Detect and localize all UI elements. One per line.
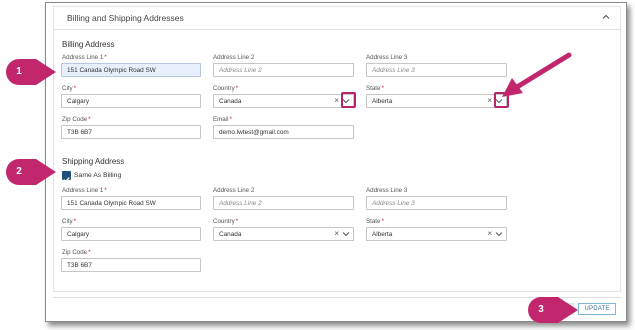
addresses-panel: Billing and Shipping Addresses	[53, 6, 621, 292]
callout-badge-2: 2	[6, 159, 56, 185]
update-button[interactable]: UPDATE	[578, 303, 616, 315]
shipping-zip-input[interactable]: T3B 6B7	[61, 258, 201, 272]
shipping-address3-label: Address Line 3	[366, 187, 408, 194]
billing-email-label: Email*	[213, 116, 233, 123]
chevron-down-icon[interactable]	[342, 231, 350, 237]
checkmark-icon	[63, 177, 70, 183]
billing-address1-label: Address Line 1*	[62, 54, 107, 61]
callout-badge-3: 3	[528, 297, 578, 323]
shipping-address1-label: Address Line 1*	[62, 187, 107, 194]
billing-country-value: Canada	[219, 98, 242, 105]
billing-address3-input[interactable]: Address Line 3	[366, 63, 507, 77]
billing-email-input[interactable]: demo.lwtest@gmail.com	[213, 125, 354, 139]
billing-country-label: Country*	[213, 85, 239, 92]
panel-title: Billing and Shipping Addresses	[67, 13, 184, 23]
shipping-heading: Shipping Address	[62, 157, 125, 166]
billing-state-label: State*	[366, 85, 384, 92]
clear-icon[interactable]: ×	[334, 229, 339, 238]
billing-address2-label: Address Line 2	[213, 54, 255, 61]
shipping-country-select[interactable]: Canada ×	[213, 227, 354, 241]
clear-icon[interactable]: ×	[487, 96, 492, 105]
billing-zip-label: Zip Code*	[62, 116, 91, 123]
clear-icon[interactable]: ×	[487, 229, 492, 238]
billing-state-select[interactable]: Alberta ×	[366, 94, 507, 108]
billing-state-value: Alberta	[372, 98, 393, 105]
shipping-state-value: Alberta	[372, 231, 393, 238]
same-as-billing-label[interactable]: Same As Billing	[74, 172, 121, 179]
billing-address1-input[interactable]: 151 Canada Olympic Road SW	[61, 63, 201, 77]
shipping-country-label: Country*	[213, 218, 239, 225]
billing-address2-input[interactable]: Address Line 2	[213, 63, 354, 77]
shipping-address3-input[interactable]: Address Line 3	[366, 196, 507, 210]
billing-address3-label: Address Line 3	[366, 54, 408, 61]
clear-icon[interactable]: ×	[334, 96, 339, 105]
callout-badge-1: 1	[6, 59, 56, 85]
same-as-billing-checkbox[interactable]	[62, 171, 71, 183]
billing-city-input[interactable]: Calgary	[61, 94, 201, 108]
billing-city-label: City*	[62, 85, 77, 92]
shipping-state-select[interactable]: Alberta ×	[366, 227, 507, 241]
billing-zip-input[interactable]: T3B 6B7	[61, 125, 201, 139]
shipping-country-value: Canada	[219, 231, 242, 238]
shipping-zip-label: Zip Code*	[62, 249, 91, 256]
chevron-up-icon[interactable]	[601, 12, 611, 22]
shipping-address1-input[interactable]: 151 Canada Olympic Road SW	[61, 196, 201, 210]
panel-header[interactable]: Billing and Shipping Addresses	[54, 7, 620, 30]
billing-heading: Billing Address	[62, 40, 115, 49]
shipping-city-input[interactable]: Calgary	[61, 227, 201, 241]
shipping-address2-label: Address Line 2	[213, 187, 255, 194]
chevron-down-icon[interactable]	[495, 231, 503, 237]
shipping-address2-input[interactable]: Address Line 2	[213, 196, 354, 210]
billing-country-select[interactable]: Canada ×	[213, 94, 354, 108]
callout-arrow-icon	[502, 52, 572, 97]
country-dropdown-highlight	[341, 92, 356, 108]
shipping-state-label: State*	[366, 218, 384, 225]
shipping-city-label: City*	[62, 218, 77, 225]
